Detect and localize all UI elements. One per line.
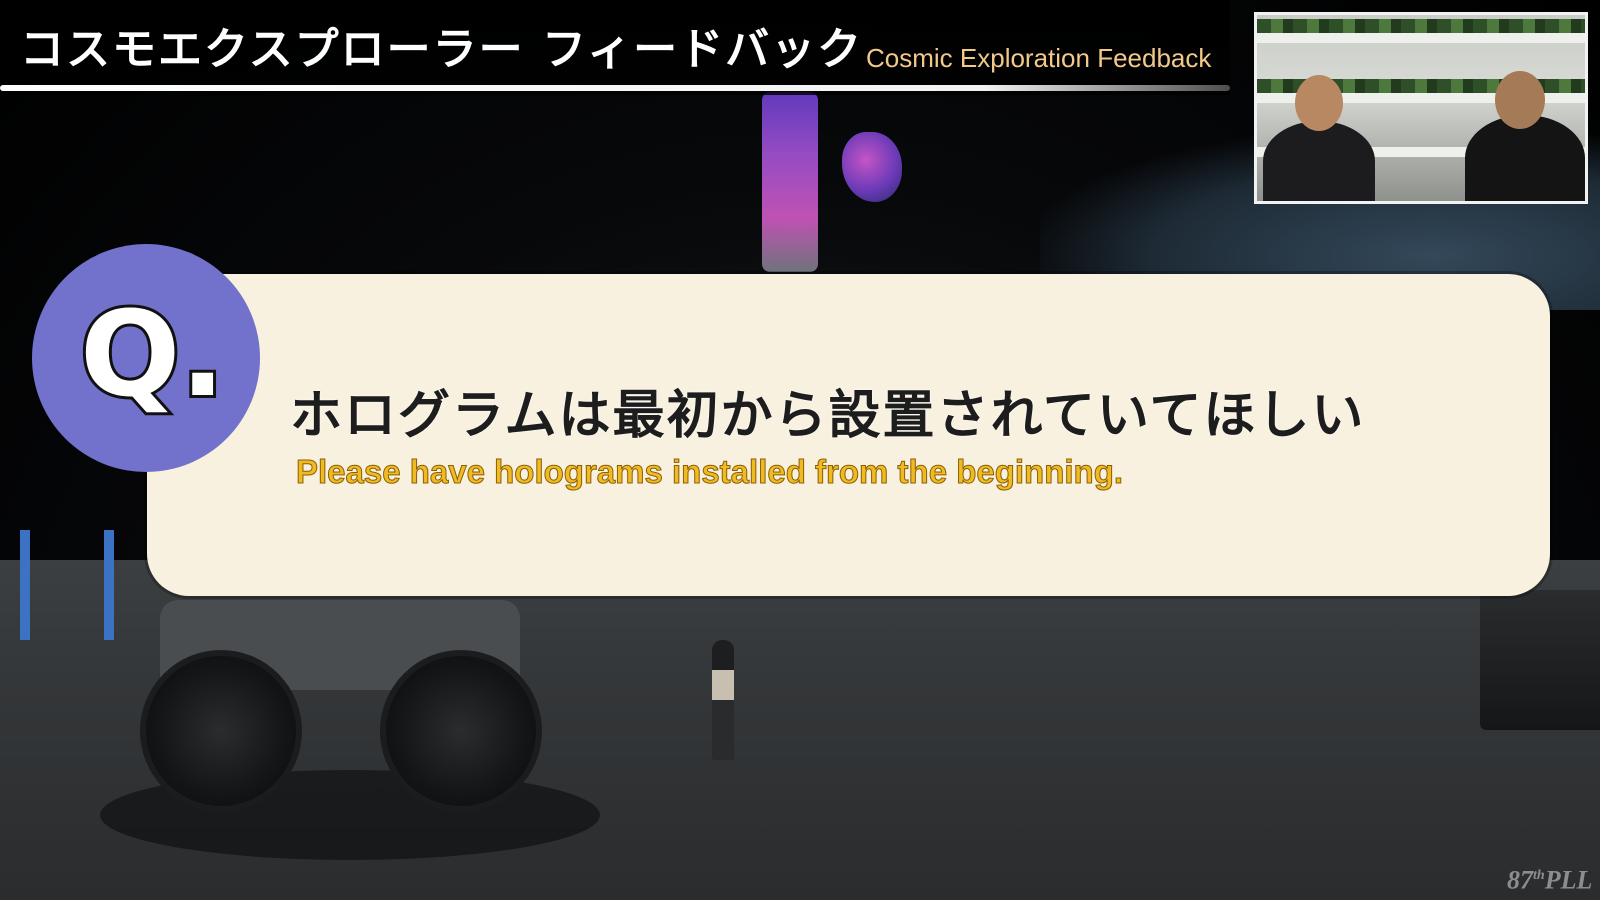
watermark-suffix: th: [1533, 868, 1545, 883]
beacon-post: [20, 530, 30, 640]
presenter-left-head: [1295, 75, 1343, 131]
segment-title-jp: コスモエクスプローラー フィードバック: [20, 24, 864, 75]
segment-title-en: Cosmic Exploration Feedback: [866, 43, 1212, 73]
presenter-right-head: [1495, 71, 1545, 129]
question-text-jp: ホログラムは最初から設置されていてほしい: [290, 386, 1366, 446]
player-character: [712, 640, 734, 760]
presenter-left: [1263, 121, 1375, 201]
rover-wheel: [380, 650, 542, 812]
broadcast-watermark: 87thPLL: [1507, 860, 1592, 897]
plant-row: [1257, 19, 1585, 33]
question-badge: Q.: [32, 244, 260, 472]
watermark-number: 87: [1507, 865, 1533, 895]
machinery-structure: [1480, 590, 1600, 730]
watermark-label: PLL: [1544, 865, 1593, 895]
header-divider: [0, 85, 1230, 91]
lunar-rover: [120, 590, 560, 812]
question-badge-letter: Q.: [77, 282, 228, 426]
hologram-pillar: [762, 92, 818, 272]
shelf: [1257, 33, 1585, 43]
question-text-en: Please have holograms installed from the…: [295, 453, 1124, 491]
beacon-post: [104, 530, 114, 640]
rover-wheel: [140, 650, 302, 812]
header-bar: コスモエクスプローラー フィードバック Cosmic Exploration F…: [0, 0, 1230, 95]
webcam-inset: [1254, 12, 1588, 204]
